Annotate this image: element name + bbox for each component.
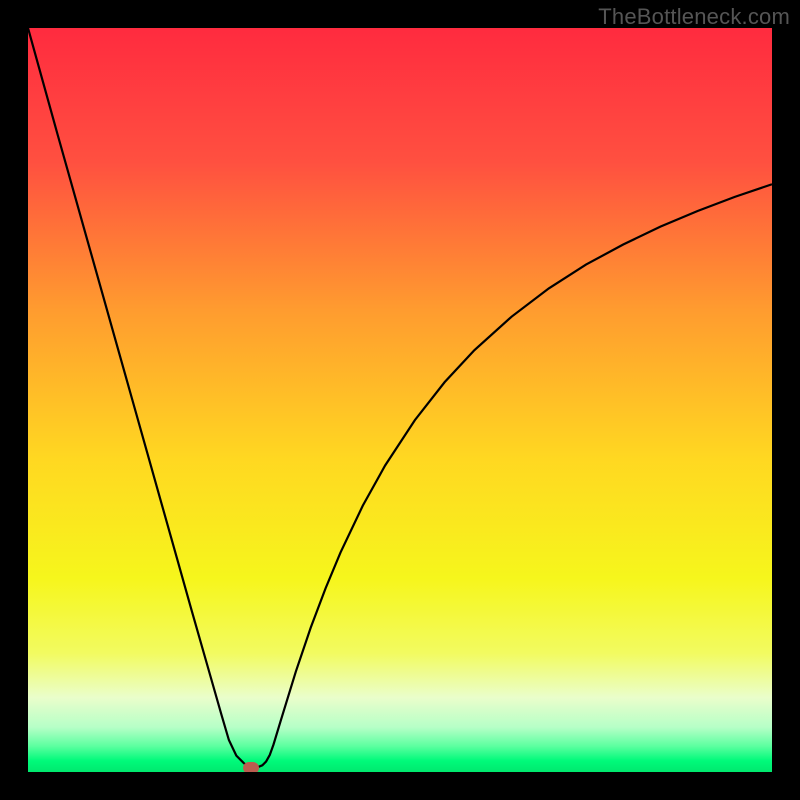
optimal-point-marker — [243, 762, 259, 772]
bottleneck-curve — [28, 28, 772, 768]
chart-frame: TheBottleneck.com — [0, 0, 800, 800]
watermark-text: TheBottleneck.com — [598, 4, 790, 30]
plot-area — [28, 28, 772, 772]
bottleneck-curve-svg — [28, 28, 772, 772]
